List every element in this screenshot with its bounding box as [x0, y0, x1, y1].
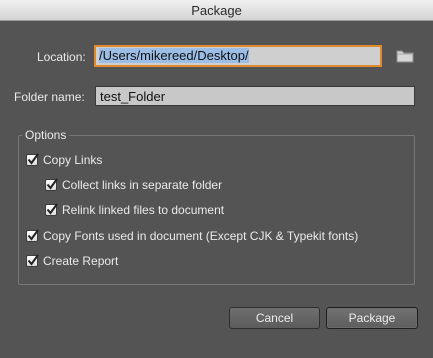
folder-name-value: test_Folder — [100, 89, 166, 104]
folder-name-field[interactable]: test_Folder — [95, 86, 415, 106]
folder-name-label: Folder name: — [14, 90, 85, 104]
folder-icon[interactable] — [396, 49, 414, 63]
collect-links-checkbox[interactable] — [45, 178, 58, 191]
checkmark-icon — [27, 254, 39, 266]
copy-links-checkbox[interactable] — [26, 153, 39, 166]
copy-fonts-option[interactable]: Copy Fonts used in document (Except CJK … — [26, 228, 358, 244]
location-field[interactable]: /Users/mikereed/Desktop/ — [94, 45, 382, 67]
copy-fonts-label: Copy Fonts used in document (Except CJK … — [43, 229, 359, 243]
package-dialog: Package Location: /Users/mikereed/Deskto… — [0, 0, 433, 358]
relink-files-option[interactable]: Relink linked files to document — [45, 202, 224, 218]
collect-links-label: Collect links in separate folder — [62, 178, 223, 192]
create-report-label: Create Report — [43, 254, 119, 268]
checkmark-icon — [46, 178, 58, 190]
options-group-label: Options — [22, 128, 70, 142]
checkmark-icon — [27, 153, 39, 165]
create-report-option[interactable]: Create Report — [26, 253, 118, 269]
cancel-button[interactable]: Cancel — [229, 307, 320, 329]
dialog-title: Package — [191, 3, 242, 18]
relink-files-label: Relink linked files to document — [62, 203, 225, 217]
location-label: Location: — [37, 50, 86, 64]
checkmark-icon — [27, 229, 39, 241]
relink-files-checkbox[interactable] — [45, 203, 58, 216]
checkmark-icon — [46, 203, 58, 215]
title-bar[interactable]: Package — [0, 0, 433, 21]
package-button[interactable]: Package — [326, 307, 418, 329]
copy-fonts-checkbox[interactable] — [26, 229, 39, 242]
copy-links-label: Copy Links — [43, 153, 103, 167]
location-value: /Users/mikereed/Desktop/ — [99, 48, 249, 63]
collect-links-option[interactable]: Collect links in separate folder — [45, 177, 222, 193]
create-report-checkbox[interactable] — [26, 254, 39, 267]
copy-links-option[interactable]: Copy Links — [26, 152, 102, 168]
